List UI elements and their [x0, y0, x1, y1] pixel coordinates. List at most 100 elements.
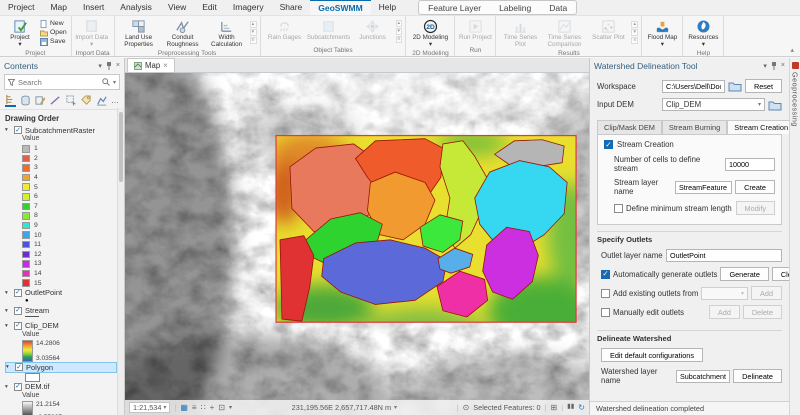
tab-analysis[interactable]: Analysis: [112, 0, 160, 15]
group-scroll[interactable]: ▴ ▾ ≡: [630, 17, 639, 49]
geoprocessing-pane-tab[interactable]: Geoprocessing: [791, 72, 800, 127]
grid-tool-icon[interactable]: ▦: [180, 403, 188, 412]
layer-checkbox[interactable]: ✓: [14, 126, 22, 134]
expand-icon[interactable]: ▾: [5, 127, 11, 133]
close-icon[interactable]: ×: [116, 62, 120, 69]
tab-stream-burning[interactable]: Stream Burning: [661, 120, 728, 134]
search-options-icon[interactable]: ▾: [113, 79, 116, 86]
list-tool-icon[interactable]: ≡: [192, 403, 197, 412]
stream-layer-input[interactable]: [675, 180, 733, 194]
tab-view[interactable]: View: [160, 0, 194, 15]
delete-outlet-button[interactable]: Delete: [742, 305, 782, 319]
rain-gages-button[interactable]: Rain Gages: [263, 17, 307, 46]
browse-folder-icon[interactable]: [728, 80, 742, 92]
snapping-toggle-icon[interactable]: ⊞: [551, 403, 558, 412]
tab-map[interactable]: Map: [42, 0, 75, 15]
edit-default-configurations-button[interactable]: Edit default configurations: [601, 348, 703, 362]
outlet-layer-input[interactable]: [666, 249, 782, 262]
refresh-icon[interactable]: ↻: [578, 403, 585, 412]
create-button[interactable]: Create: [735, 180, 775, 194]
pin-icon[interactable]: [106, 61, 112, 70]
scatter-plot-button[interactable]: Scatter Plot: [586, 17, 630, 49]
2d-modeling-button[interactable]: 2D 2D Modeling ▾: [408, 17, 452, 49]
existing-outlets-select[interactable]: ▾: [701, 286, 749, 300]
close-icon[interactable]: ×: [781, 62, 785, 69]
resources-button[interactable]: Resources ▾: [685, 17, 721, 49]
layer-checkbox[interactable]: ✓: [15, 363, 23, 372]
group-scroll[interactable]: ▴ ▾ ≡: [249, 17, 258, 49]
add-button[interactable]: Add: [751, 286, 782, 300]
layer-dem-tif[interactable]: ▾ ✓ DEM.tif: [5, 382, 124, 392]
tab-imagery[interactable]: Imagery: [225, 0, 272, 15]
input-dem-select[interactable]: Clip_DEM ▾: [662, 98, 765, 111]
pin-icon[interactable]: [771, 61, 777, 70]
tab-share[interactable]: Share: [272, 0, 311, 15]
subcatchments-button[interactable]: Subcatchments: [307, 17, 351, 46]
layer-checkbox[interactable]: ✓: [14, 288, 22, 297]
flood-map-button[interactable]: Flood Map ▾: [644, 17, 680, 53]
run-project-button[interactable]: Run Project: [457, 17, 493, 46]
import-data-button[interactable]: Import Data ▾: [74, 17, 110, 49]
expand-icon[interactable]: ▾: [5, 384, 11, 390]
min-stream-length-checkbox[interactable]: [614, 203, 623, 213]
time-series-plot-button[interactable]: Time Series Plot: [498, 17, 542, 49]
filter-icon[interactable]: [8, 78, 15, 86]
map-canvas[interactable]: 1:21,534 ▾ | ▦ ≡ ∷ + ⊡ ▾ 231,195.56E 2,6…: [125, 73, 589, 415]
pane-menu-icon[interactable]: ▾: [763, 62, 767, 70]
layer-subcatchmentraster[interactable]: ▾ ✓ SubcatchmentRaster: [5, 125, 124, 135]
list-by-source-icon[interactable]: [20, 94, 31, 107]
list-by-selection-icon[interactable]: [66, 94, 77, 107]
tab-help[interactable]: Help: [371, 0, 404, 15]
layer-stream[interactable]: ▾ ✓ Stream: [5, 306, 124, 316]
tab-clip-mask-dem[interactable]: Clip/Mask DEM: [597, 120, 662, 134]
land-use-properties-button[interactable]: Land Use Properties: [117, 17, 161, 49]
manual-outlets-checkbox[interactable]: [601, 307, 610, 317]
map-view-tab[interactable]: Map ×: [127, 58, 175, 72]
expand-icon[interactable]: ▾: [6, 364, 12, 370]
generate-button[interactable]: Generate: [720, 267, 769, 281]
expand-icon[interactable]: ▾: [5, 323, 11, 329]
selection-icon[interactable]: ⊙: [463, 403, 470, 412]
coordinates-display[interactable]: 231,195.56E 2,657,717.48N m ▾: [292, 403, 397, 412]
tab-geoswmm[interactable]: GeoSWMM: [310, 0, 371, 15]
layer-polygon[interactable]: ▾ ✓ Polygon: [5, 361, 117, 373]
search-icon[interactable]: [102, 78, 110, 86]
tab-project[interactable]: Project: [0, 0, 42, 15]
junctions-button[interactable]: Junctions: [351, 17, 395, 46]
selected-features-count[interactable]: Selected Features: 0: [473, 403, 540, 412]
add-outlet-button[interactable]: Add: [708, 305, 740, 319]
caret-icon[interactable]: ▾: [229, 405, 232, 411]
group-scroll[interactable]: ▴ ▾ ≡: [395, 17, 404, 46]
list-by-labeling-icon[interactable]: [81, 94, 92, 107]
workspace-input[interactable]: [662, 79, 725, 93]
collapse-ribbon-icon[interactable]: ▴: [784, 44, 800, 56]
stream-creation-checkbox[interactable]: ✓: [604, 140, 613, 149]
list-by-charts-icon[interactable]: [96, 94, 107, 107]
time-series-comparison-button[interactable]: Time Series Comparison: [542, 17, 586, 49]
expand-icon[interactable]: ▾: [5, 290, 11, 296]
auto-outlets-checkbox[interactable]: ✓: [601, 269, 610, 279]
watershed-layer-input[interactable]: [676, 369, 731, 383]
pane-menu-icon[interactable]: ▾: [98, 62, 102, 70]
modify-button[interactable]: Modify: [735, 201, 775, 215]
delineate-button[interactable]: Delineate: [733, 369, 782, 383]
dots-tool-icon[interactable]: ∷: [201, 403, 206, 412]
layer-checkbox[interactable]: ✓: [14, 321, 22, 330]
layer-outletpoint[interactable]: ▾ ✓ OutletPoint: [5, 288, 124, 298]
expand-icon[interactable]: ▾: [5, 308, 11, 314]
list-by-drawing-order-icon[interactable]: [5, 94, 17, 107]
save-button[interactable]: Save: [40, 37, 67, 46]
layer-checkbox[interactable]: ✓: [14, 306, 22, 315]
tab-edit[interactable]: Edit: [194, 0, 225, 15]
contents-scrollbar[interactable]: [117, 108, 124, 415]
pause-drawing-icon[interactable]: ▮▮: [567, 404, 574, 411]
reset-button[interactable]: Reset: [744, 79, 782, 93]
more-tools-icon[interactable]: …: [111, 96, 119, 105]
layer-clip-dem[interactable]: ▾ ✓ Clip_DEM: [5, 321, 124, 331]
layout-tool-icon[interactable]: ⊡: [218, 403, 225, 412]
tab-labeling[interactable]: Labeling: [490, 1, 540, 14]
list-by-snapping-icon[interactable]: [50, 94, 61, 107]
project-button[interactable]: Project ▾: [2, 17, 38, 49]
cells-input[interactable]: [725, 157, 775, 171]
existing-outlets-checkbox[interactable]: [601, 288, 610, 298]
